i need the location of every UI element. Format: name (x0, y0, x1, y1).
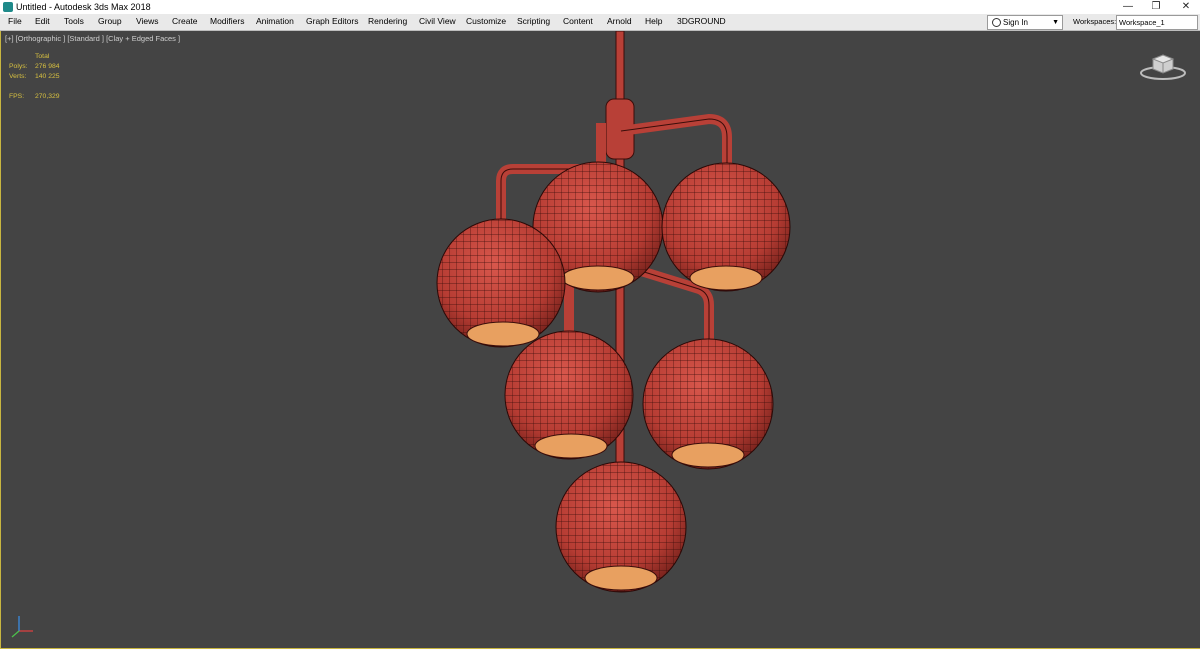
globe-top-right (661, 162, 791, 292)
verts-label: Verts: (9, 73, 27, 80)
fps-value: 270,329 (35, 93, 60, 100)
menu-content[interactable]: Content (563, 14, 593, 29)
window-title: Untitled - Autodesk 3ds Max 2018 (16, 2, 151, 12)
polys-label: Polys: (9, 63, 28, 70)
verts-value: 140 225 (35, 73, 60, 80)
viewcube-icon[interactable] (1139, 51, 1187, 81)
globe-middle-right (642, 338, 774, 470)
menu-modifiers[interactable]: Modifiers (210, 14, 244, 29)
menu-views[interactable]: Views (136, 14, 159, 29)
menu-edit[interactable]: Edit (35, 14, 50, 29)
axis-tripod-icon (11, 616, 33, 638)
perspective-viewport[interactable]: [+] [Orthographic ] [Standard ] [Clay + … (0, 31, 1200, 649)
menu-graph-editors[interactable]: Graph Editors (306, 14, 358, 29)
menu-arnold[interactable]: Arnold (607, 14, 632, 29)
scene-render[interactable] (1, 31, 1200, 649)
workspaces-label: Workspaces: (1073, 17, 1117, 26)
menu-customize[interactable]: Customize (466, 14, 506, 29)
menu-create[interactable]: Create (172, 14, 198, 29)
workspace-value: Workspace_1 (1119, 18, 1165, 27)
globe-middle-center (504, 330, 634, 460)
minimize-button[interactable]: — (1114, 0, 1142, 14)
sign-in-label: Sign In (1003, 18, 1028, 27)
fps-label: FPS: (9, 93, 25, 100)
menu-help[interactable]: Help (645, 14, 662, 29)
viewport-label[interactable]: [+] [Orthographic ] [Standard ] [Clay + … (5, 34, 180, 43)
menu-animation[interactable]: Animation (256, 14, 294, 29)
menu-bar: File Edit Tools Group Views Create Modif… (0, 14, 1200, 31)
user-icon (992, 18, 1001, 27)
menu-file[interactable]: File (8, 14, 22, 29)
title-bar: Untitled - Autodesk 3ds Max 2018 — ❐ ✕ (0, 0, 1200, 14)
menu-scripting[interactable]: Scripting (517, 14, 550, 29)
globe-lamps (436, 161, 791, 593)
workspace-select[interactable]: Workspace_1 (1116, 15, 1198, 30)
globe-left (436, 218, 566, 348)
menu-group[interactable]: Group (98, 14, 122, 29)
menu-tools[interactable]: Tools (64, 14, 84, 29)
menu-civil-view[interactable]: Civil View (419, 14, 456, 29)
menu-rendering[interactable]: Rendering (368, 14, 407, 29)
menu-3dground[interactable]: 3DGROUND (677, 14, 726, 29)
polys-value: 276 984 (35, 63, 60, 70)
globe-bottom (555, 461, 687, 593)
maximize-button[interactable]: ❐ (1142, 0, 1170, 14)
app-icon (3, 2, 13, 12)
sign-in-dropdown[interactable]: Sign In ▼ (987, 15, 1063, 30)
stats-header: Total (35, 53, 50, 60)
close-button[interactable]: ✕ (1172, 0, 1200, 14)
chevron-down-icon: ▼ (1052, 19, 1059, 26)
